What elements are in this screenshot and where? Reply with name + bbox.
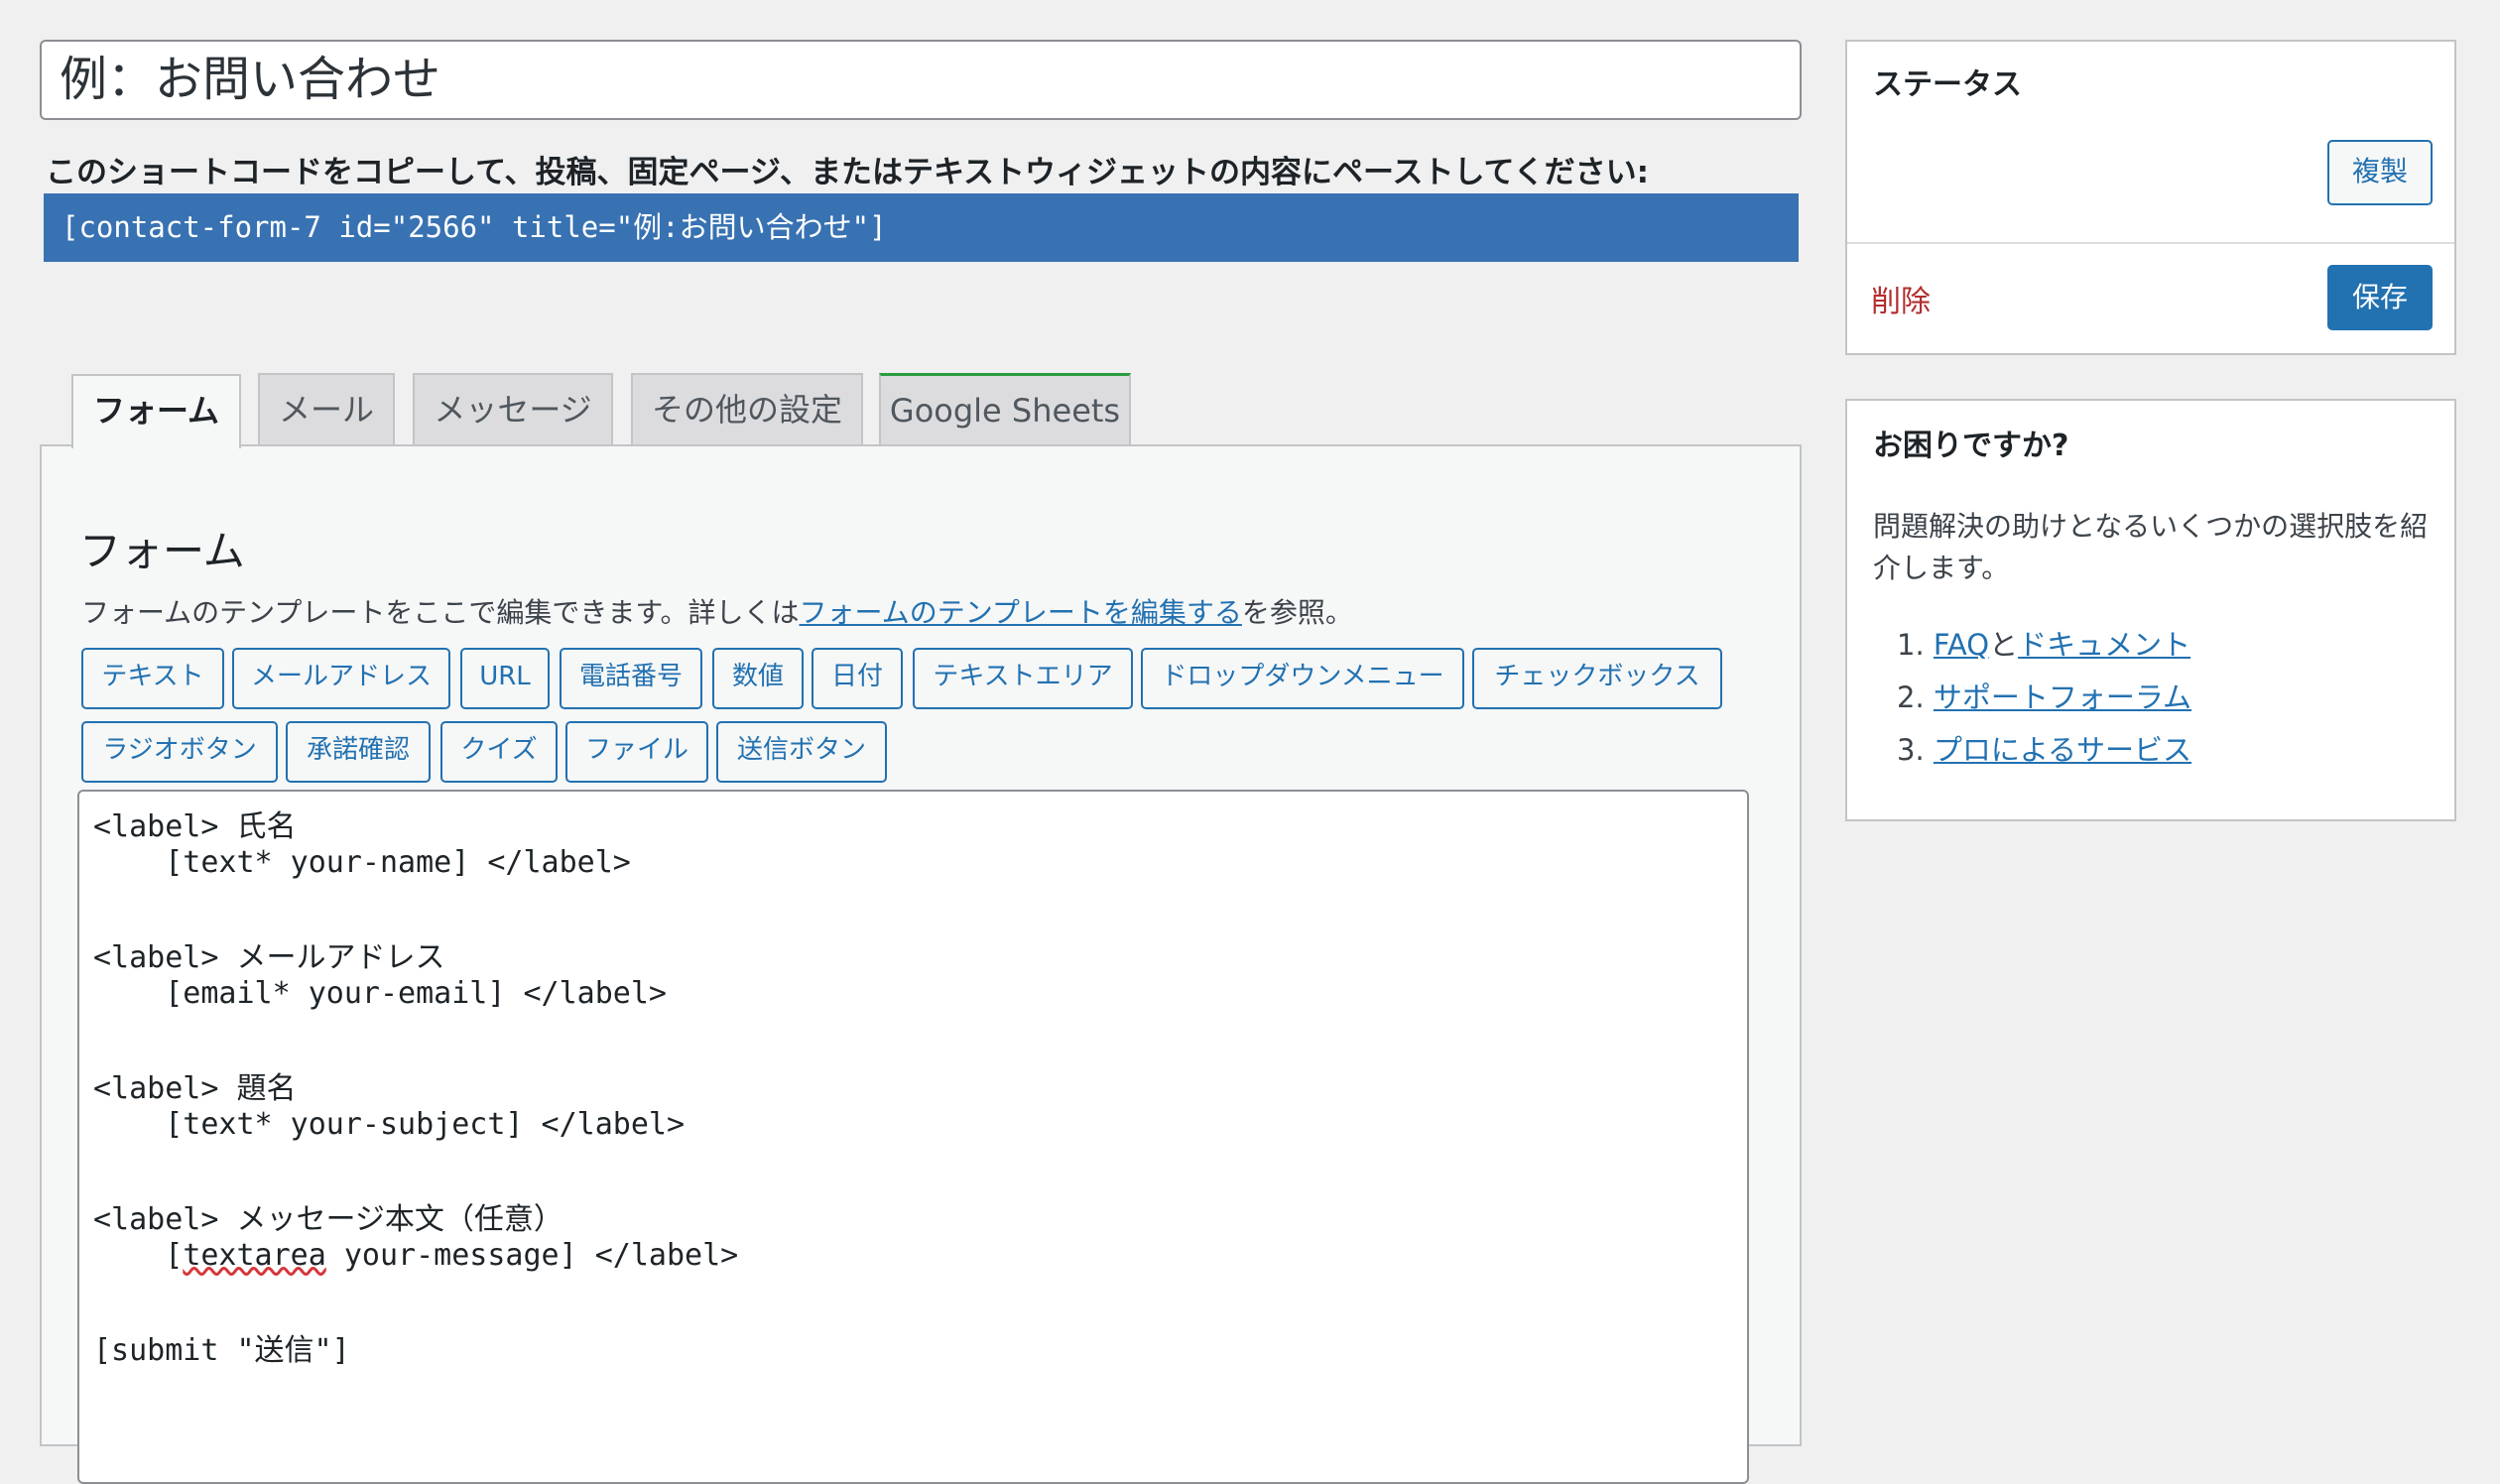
code-line: <label> メールアドレス (93, 940, 445, 975)
tab-messages[interactable]: メッセージ (413, 373, 613, 444)
tag-button-textarea[interactable]: テキストエリア (913, 648, 1133, 709)
help-list-item: 3. プロによるサービス (1897, 727, 2191, 769)
support-forum-link[interactable]: サポートフォーラム (1934, 680, 2191, 714)
tag-button-submit[interactable]: 送信ボタン (716, 721, 887, 783)
professional-services-link[interactable]: プロによるサービス (1934, 733, 2191, 767)
help-item-number: 3. (1897, 733, 1925, 767)
tag-button-radio[interactable]: ラジオボタン (81, 721, 278, 783)
code-line: [email* your-email] </label> (93, 976, 667, 1011)
tag-button-email[interactable]: メールアドレス (232, 648, 450, 709)
tag-button-quiz[interactable]: クイズ (440, 721, 558, 783)
help-list-item: 2. サポートフォーラム (1897, 675, 2191, 716)
description-prefix: フォームのテンプレートをここで編集できます。詳しくは (81, 596, 800, 629)
save-button[interactable]: 保存 (2327, 265, 2433, 330)
code-line: [submit "送信"] (93, 1333, 350, 1368)
delete-link[interactable]: 削除 (1871, 277, 1931, 320)
form-panel-description: フォームのテンプレートをここで編集できます。詳しくはフォームのテンプレートを編集… (81, 591, 1353, 631)
tab-google-sheets[interactable]: Google Sheets (879, 373, 1131, 444)
help-item-number: 1. (1897, 628, 1925, 662)
tag-button-text[interactable]: テキスト (81, 648, 224, 709)
form-title-input[interactable]: 例：お問い合わせ (40, 40, 1802, 120)
duplicate-button[interactable]: 複製 (2327, 140, 2433, 205)
code-line: [text* your-subject] </label> (93, 1107, 686, 1142)
code-line: <label> 氏名 (93, 809, 297, 844)
help-box-title: お困りですか? (1873, 429, 2069, 463)
help-item-joiner: と (1989, 628, 2019, 662)
docs-link[interactable]: ドキュメント (2018, 628, 2190, 662)
status-box-title: ステータス (1873, 67, 2022, 102)
tag-button-file[interactable]: ファイル (565, 721, 708, 783)
tag-button-checkbox[interactable]: チェックボックス (1472, 648, 1722, 709)
form-panel-heading: フォーム (79, 527, 245, 575)
code-line: <label> 題名 (93, 1071, 297, 1106)
tab-additional-settings[interactable]: その他の設定 (631, 373, 863, 444)
tab-mail[interactable]: メール (258, 373, 395, 444)
help-item-number: 2. (1897, 680, 1925, 714)
description-suffix: を参照。 (1241, 596, 1353, 629)
code-line: [text* your-name] </label> (93, 845, 631, 880)
tag-button-tel[interactable]: 電話番号 (560, 648, 702, 709)
faq-link[interactable]: FAQ (1934, 628, 1989, 662)
status-box-divider (1847, 242, 2454, 244)
code-fragment: your-message] </label> (325, 1238, 739, 1273)
shortcode-instruction: このショートコードをコピーして、投稿、固定ページ、またはテキストウィジェットの内… (46, 155, 1650, 190)
code-fragment: [ (93, 1238, 184, 1273)
tab-form[interactable]: フォーム (71, 374, 241, 448)
tag-button-url[interactable]: URL (460, 648, 550, 709)
code-line: [textarea your-message] </label> (93, 1238, 738, 1273)
tag-button-date[interactable]: 日付 (812, 648, 903, 709)
tag-button-number[interactable]: 数値 (712, 648, 804, 709)
shortcode-field[interactable]: [contact-form-7 id="2566" title="例:お問い合わ… (44, 193, 1799, 262)
tag-button-acceptance[interactable]: 承諾確認 (286, 721, 431, 783)
help-list-item: 1. FAQとドキュメント (1897, 622, 2190, 664)
edit-template-doc-link[interactable]: フォームのテンプレートを編集する (800, 596, 1242, 629)
tag-button-dropdown[interactable]: ドロップダウンメニュー (1141, 648, 1464, 709)
misspelled-word: textarea (183, 1238, 326, 1273)
help-box-text: 問題解決の助けとなるいくつかの選択肢を紹介します。 (1873, 510, 2429, 584)
code-line: <label> メッセージ本文（任意） (93, 1202, 563, 1237)
